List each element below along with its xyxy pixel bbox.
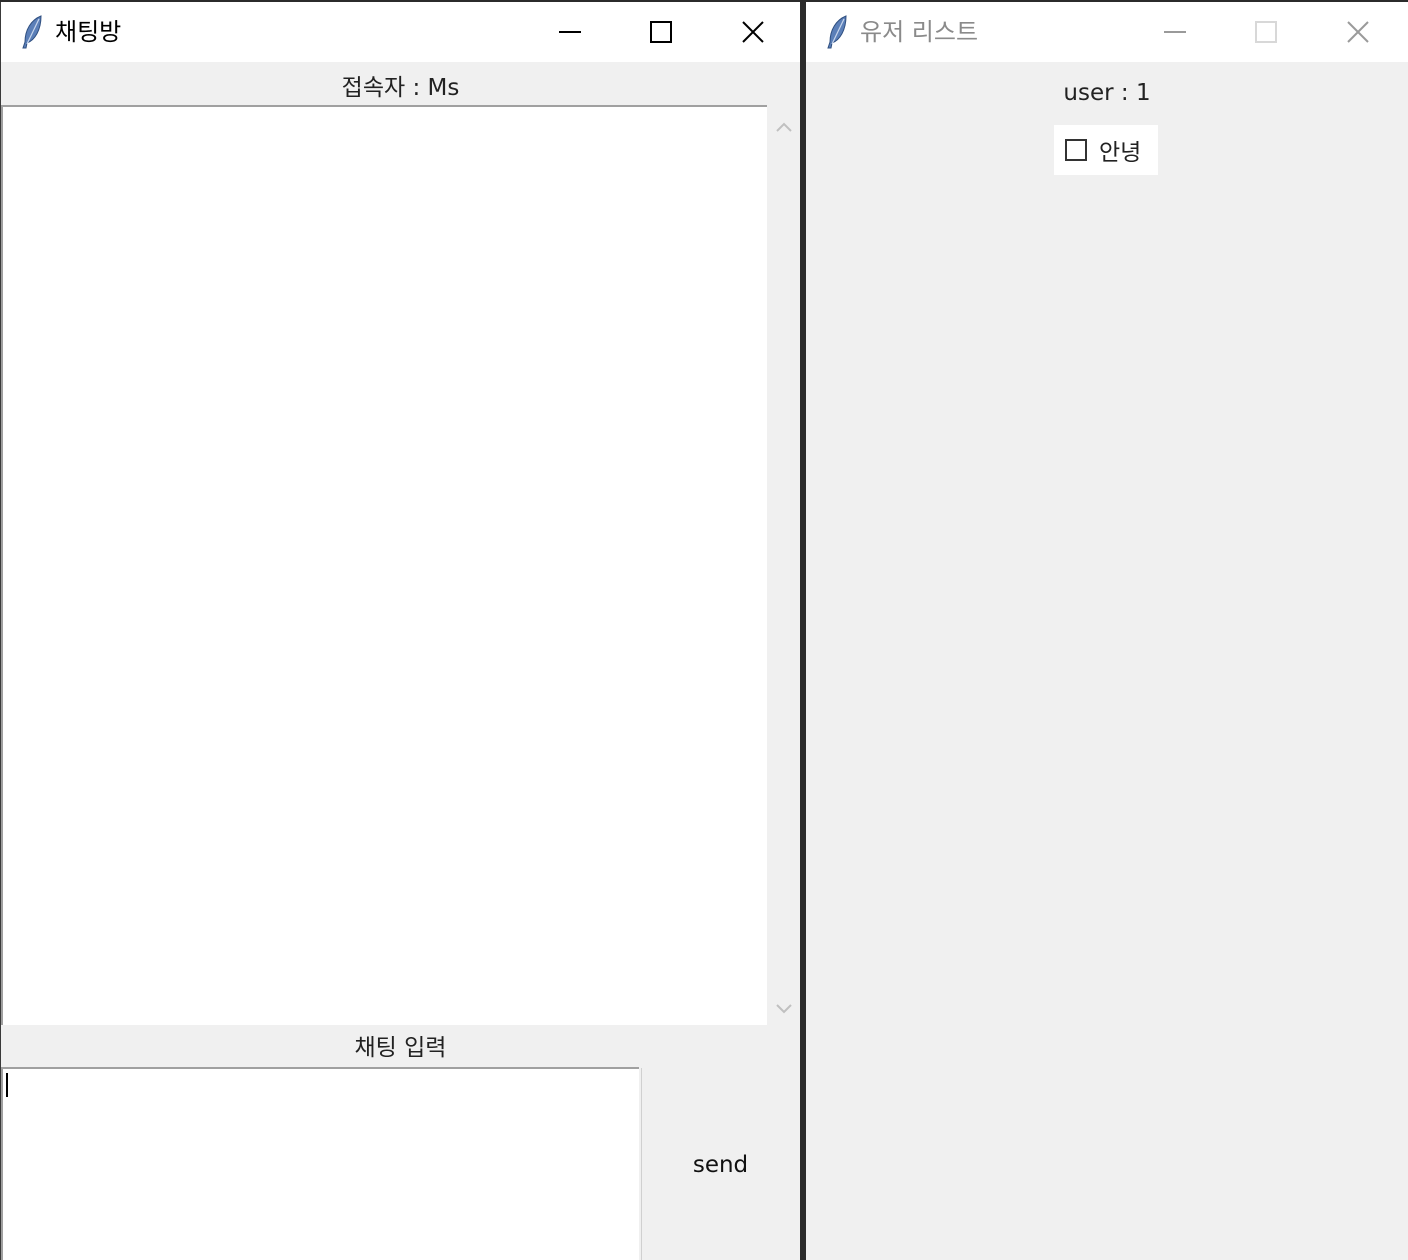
- user-list-window-title: 유저 리스트: [860, 18, 979, 46]
- chat-titlebar[interactable]: 채팅방: [1, 2, 800, 62]
- tk-feather-icon: [19, 14, 45, 50]
- checkbox[interactable]: [1065, 139, 1087, 161]
- minimize-button[interactable]: [1129, 2, 1221, 62]
- user-list-window: 유저 리스트 user : 1 안녕: [806, 2, 1408, 1260]
- chevron-up-icon[interactable]: [775, 119, 793, 133]
- user-name-label: 안녕: [1099, 140, 1142, 166]
- chat-input-label: 채팅 입력: [354, 1035, 447, 1061]
- chevron-down-icon[interactable]: [775, 1001, 793, 1015]
- chat-window-title: 채팅방: [55, 18, 122, 46]
- connected-user-label: 접속자 : Ms: [341, 75, 460, 101]
- minimize-button[interactable]: [524, 2, 616, 62]
- tk-feather-icon: [824, 14, 850, 50]
- maximize-button[interactable]: [1220, 2, 1312, 62]
- chat-log-scrollbar[interactable]: [767, 105, 800, 1025]
- close-icon: [742, 21, 764, 43]
- text-caret: [6, 1073, 8, 1097]
- close-icon: [1347, 21, 1369, 43]
- minimize-icon: [1164, 30, 1186, 34]
- close-button[interactable]: [1312, 2, 1404, 62]
- chat-window: 채팅방 접속자 : Ms 채팅 입력 send: [0, 2, 800, 1260]
- send-button[interactable]: send: [641, 1068, 799, 1260]
- chat-log-textbox[interactable]: [1, 105, 767, 1025]
- user-checkbox-item[interactable]: 안녕: [1054, 125, 1158, 175]
- user-count-label: user : 1: [1063, 80, 1151, 106]
- maximize-button[interactable]: [615, 2, 707, 62]
- maximize-icon: [1255, 21, 1277, 43]
- chat-input-field[interactable]: [1, 1067, 639, 1260]
- user-list-titlebar[interactable]: 유저 리스트: [806, 2, 1408, 62]
- minimize-icon: [559, 30, 581, 34]
- close-button[interactable]: [707, 2, 799, 62]
- maximize-icon: [650, 21, 672, 43]
